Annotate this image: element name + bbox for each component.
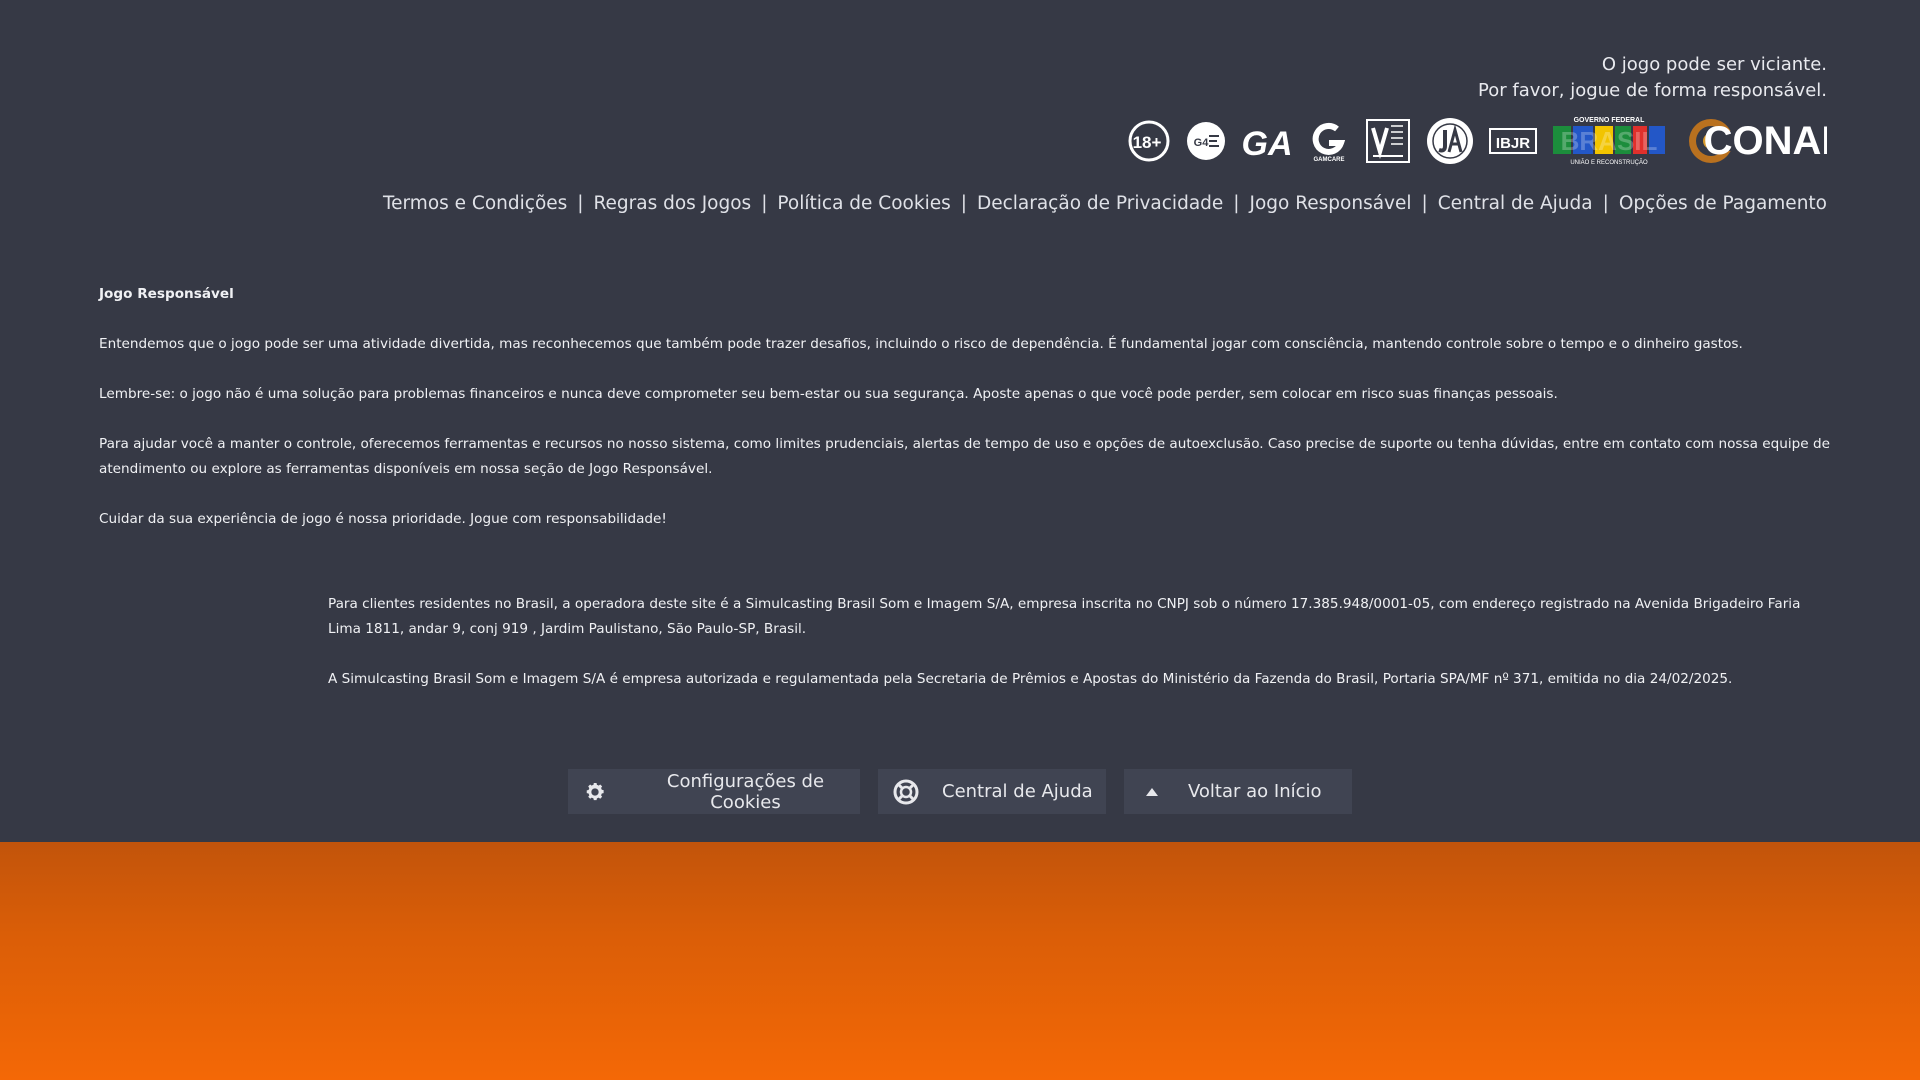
responsible-gaming-section: Jogo Responsável Entendemos que o jogo p… [99,282,1839,557]
nav-separator: | [577,193,584,214]
ibjr-logo[interactable]: IBJR [1489,125,1537,157]
seal-logo[interactable] [1425,116,1475,166]
footer-actions: Configurações de Cookies Central de Ajud… [0,769,1920,814]
back-to-top-button[interactable]: Voltar ao Início [1124,769,1352,814]
warning-line-2: Por favor, jogue de forma responsável. [1478,80,1827,101]
legal-section: Para clientes residentes no Brasil, a op… [328,592,1808,717]
nav-responsible-gaming[interactable]: Jogo Responsável [1250,193,1412,214]
gamcare-text: GAMCARE [1314,157,1345,163]
nav-separator: | [761,193,768,214]
nav-help-center[interactable]: Central de Ajuda [1438,193,1593,214]
responsible-gaming-title: Jogo Responsável [99,286,234,302]
gov-bottom-text: UNIÃO E RECONSTRUÇÃO [1570,159,1648,166]
nav-payment-options[interactable]: Opções de Pagamento [1619,193,1827,214]
addiction-warning: O jogo pode ser viciante. Por favor, jog… [1478,52,1827,104]
footer-nav: Termos e Condições | Regras dos Jogos | … [383,193,1827,214]
ga-logo[interactable]: GA [1241,121,1293,161]
age-18-text: 18+ [1133,133,1162,152]
nav-game-rules[interactable]: Regras dos Jogos [594,193,752,214]
conar-text: CONAR [1704,119,1827,163]
cookie-settings-button[interactable]: Configurações de Cookies [568,769,860,814]
warning-line-1: O jogo pode ser viciante. [1601,54,1827,75]
nav-separator: | [1421,193,1428,214]
caret-up-icon [1124,787,1180,797]
cookie-settings-label: Configurações de Cookies [666,770,825,813]
g4-logo[interactable]: G4 [1185,120,1227,162]
g4-text: G4 [1194,137,1210,149]
conar-logo[interactable]: CONAR [1681,114,1827,168]
governo-federal-brasil-logo[interactable]: GOVERNO FEDERAL BRASIL UNIÃO E RECONSTRU… [1551,114,1667,168]
lifebuoy-icon [878,779,934,805]
responsible-gaming-paragraph: Cuidar da sua experiência de jogo é noss… [99,511,667,527]
help-center-button[interactable]: Central de Ajuda [878,769,1106,814]
ibjr-text: IBJR [1496,135,1530,152]
nav-separator: | [1233,193,1240,214]
orange-background-panel [0,842,1920,1080]
responsible-gaming-paragraph: Para ajudar você a manter o controle, of… [99,436,1830,477]
certification-badge-logo[interactable] [1365,118,1411,164]
responsible-gaming-paragraph: Lembre-se: o jogo não é uma solução para… [99,386,1558,402]
license-info: A Simulcasting Brasil Som e Imagem S/A é… [328,671,1733,687]
gamcare-logo[interactable]: GAMCARE [1307,119,1351,163]
help-center-label: Central de Ajuda [942,781,1093,802]
nav-cookie-policy[interactable]: Política de Cookies [777,193,950,214]
operator-info: Para clientes residentes no Brasil, a op… [328,596,1801,637]
nav-separator: | [960,193,967,214]
site-footer: O jogo pode ser viciante. Por favor, jog… [0,0,1920,842]
responsible-gaming-paragraph: Entendemos que o jogo pode ser uma ativi… [99,336,1743,352]
gear-icon [568,781,623,803]
nav-separator: | [1602,193,1609,214]
nav-terms[interactable]: Termos e Condições [383,193,567,214]
gov-main-text: BRASIL [1561,126,1658,156]
age-18-plus-logo[interactable]: 18+ [1127,119,1171,163]
back-to-top-label: Voltar ao Início [1188,781,1322,802]
nav-privacy[interactable]: Declaração de Privacidade [977,193,1223,214]
regulator-logos: 18+ G4 GA GAMCARE IBJR GOVERNO FEDERAL B… [1127,114,1827,168]
gov-top-text: GOVERNO FEDERAL [1574,117,1646,124]
ga-text: GA [1242,125,1293,161]
